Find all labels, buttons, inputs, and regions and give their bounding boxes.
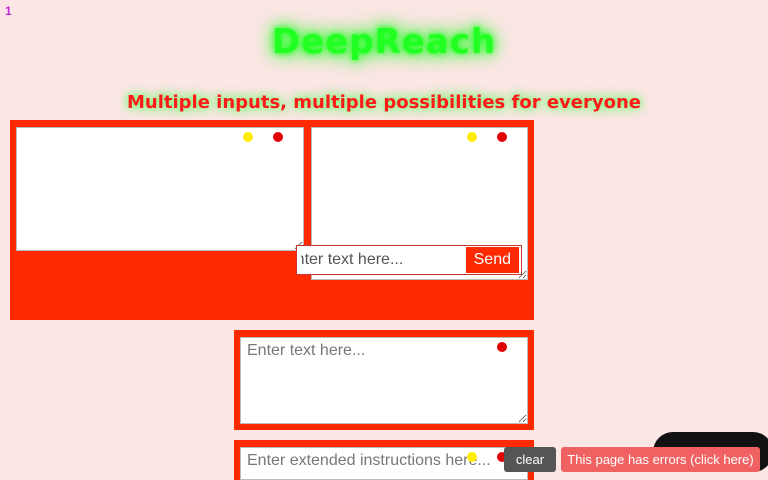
yellow-indicator-dot — [467, 132, 477, 142]
red-indicator-dot — [497, 342, 507, 352]
red-indicator-dot — [497, 132, 507, 142]
red-indicator-dot — [273, 132, 283, 142]
send-button[interactable]: Send — [465, 247, 519, 273]
page-subtitle: Multiple inputs, multiple possibilities … — [126, 92, 642, 113]
yellow-indicator-dot — [243, 132, 253, 142]
page-counter: 1 — [5, 4, 12, 18]
page-title: DeepReach — [271, 22, 497, 62]
yellow-indicator-dot — [467, 452, 477, 462]
send-input[interactable] — [297, 251, 466, 269]
main-textarea[interactable] — [16, 127, 304, 251]
page-errors-button[interactable]: This page has errors (click here) — [561, 447, 760, 472]
text-textarea[interactable] — [240, 337, 528, 424]
extended-textarea[interactable] — [240, 447, 528, 480]
send-row: Send — [296, 245, 522, 275]
clear-button[interactable]: clear — [504, 447, 556, 472]
